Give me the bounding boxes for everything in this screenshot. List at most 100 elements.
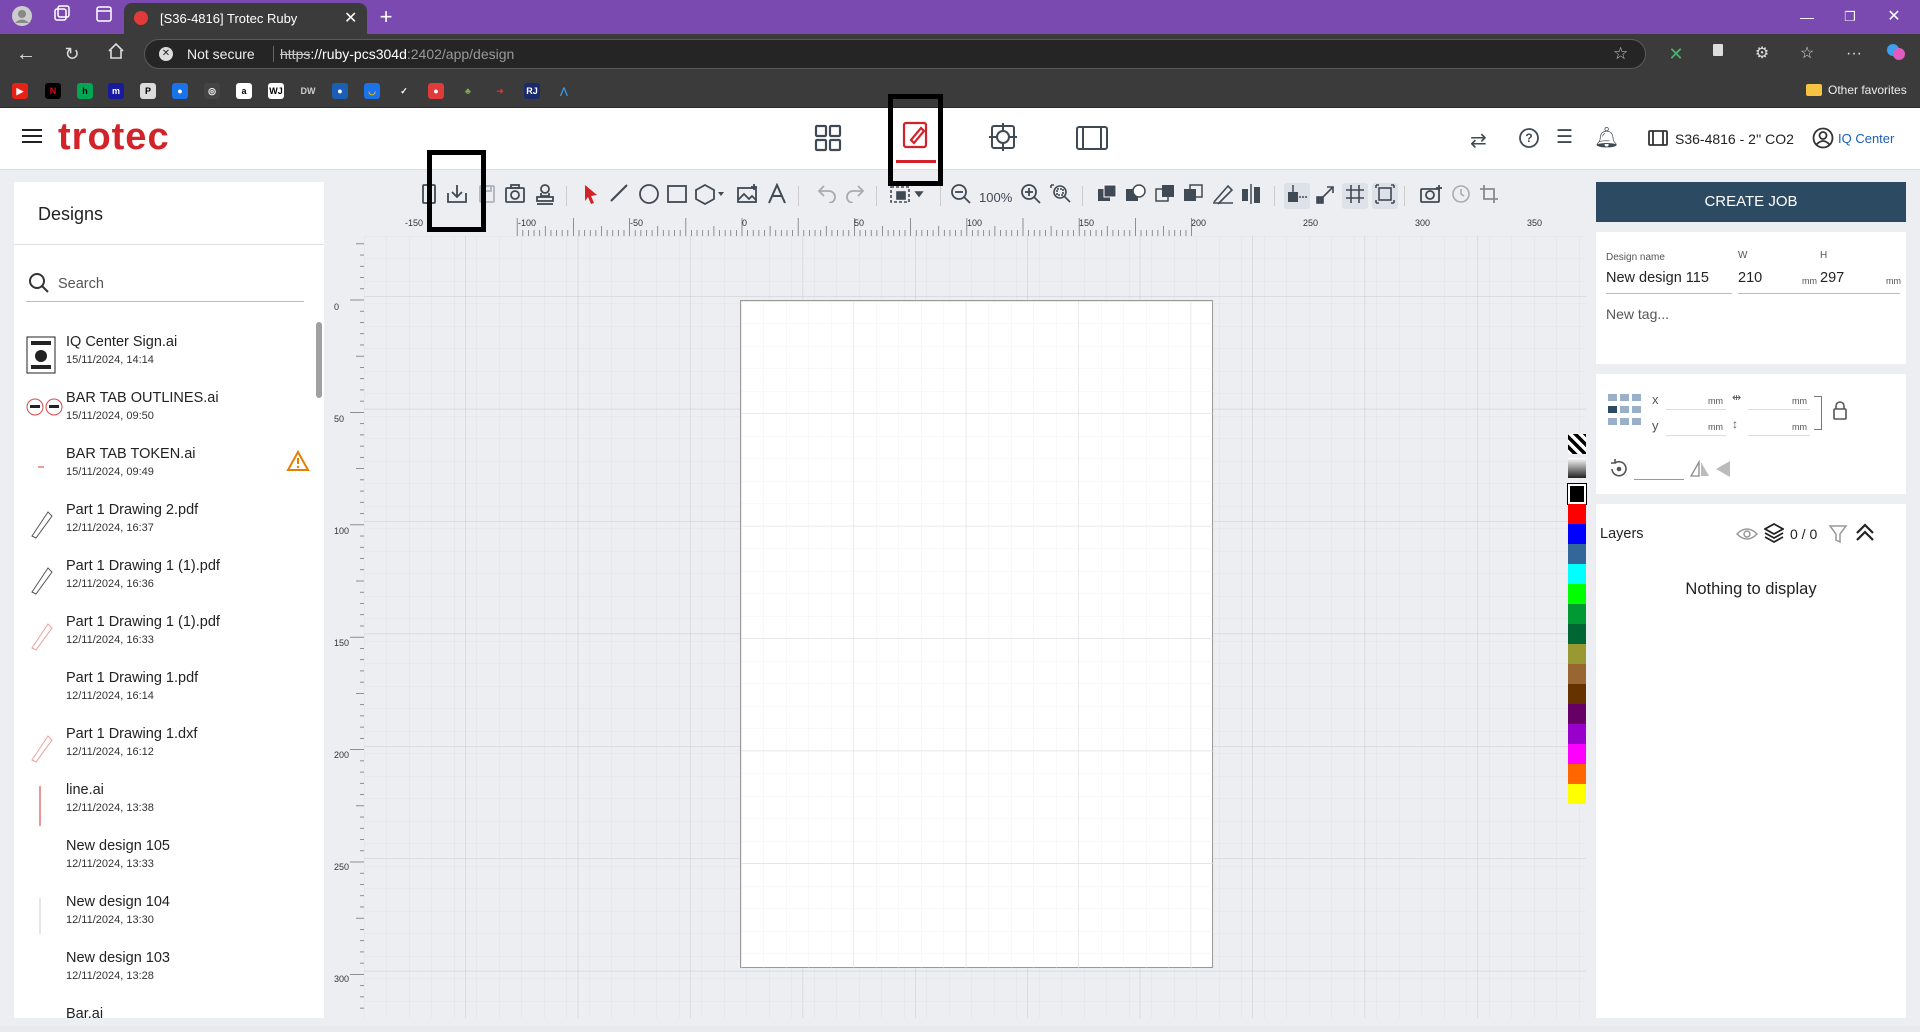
rotation-field[interactable]	[1634, 462, 1684, 480]
color-swatch[interactable]	[1568, 624, 1586, 644]
sync-icon[interactable]: ⇄	[1470, 128, 1487, 153]
combine-intersect-icon[interactable]	[1152, 183, 1178, 209]
extension-icon[interactable]: ✕	[1664, 42, 1688, 66]
bookmark-youtube-icon[interactable]: ▶	[12, 83, 28, 99]
security-label[interactable]: Not secure	[187, 40, 255, 68]
warning-icon[interactable]	[286, 449, 310, 477]
vectorize-icon[interactable]	[1210, 183, 1236, 209]
create-job-button[interactable]: CREATE JOB	[1596, 182, 1906, 222]
color-swatch[interactable]	[1568, 784, 1586, 804]
design-item[interactable]: Part 1 Drawing 2.pdf 12/11/2024, 16:37	[14, 502, 324, 558]
dashboard-nav-icon[interactable]	[814, 124, 842, 157]
collapse-up-icon[interactable]	[1854, 522, 1876, 547]
restore-window-icon[interactable]: ❐	[1838, 5, 1862, 29]
home-icon[interactable]	[104, 42, 128, 66]
minimize-window-icon[interactable]: —	[1795, 5, 1819, 29]
search-field[interactable]: Search	[26, 270, 304, 302]
camera-capture-icon[interactable]	[502, 183, 528, 209]
bookmark-wsj-icon[interactable]: WJ	[268, 83, 284, 99]
design-item[interactable]: Bar.ai	[14, 1006, 324, 1018]
height-field[interactable]: 297 mm	[1820, 266, 1901, 294]
snap-to-object-icon[interactable]	[1284, 183, 1310, 209]
bookmark-m-icon[interactable]: m	[108, 83, 124, 99]
polygon-tool-icon[interactable]	[694, 183, 728, 209]
design-item[interactable]: BAR TAB OUTLINES.ai 15/11/2024, 09:50	[14, 390, 324, 446]
filter-icon[interactable]	[1828, 524, 1848, 549]
design-item[interactable]: Part 1 Drawing 1 (1).pdf 12/11/2024, 16:…	[14, 558, 324, 614]
color-swatch[interactable]	[1567, 483, 1587, 505]
material-nav-icon[interactable]	[1075, 124, 1109, 157]
search-input[interactable]: Search	[58, 276, 104, 292]
lock-aspect-icon[interactable]	[1832, 400, 1848, 425]
undo-icon[interactable]	[814, 183, 840, 209]
design-item[interactable]: IQ Center Sign.ai 15/11/2024, 14:14	[14, 334, 324, 390]
hamburger-menu-icon[interactable]	[22, 128, 42, 144]
help-icon[interactable]: ?	[1518, 127, 1540, 154]
color-swatch[interactable]	[1568, 684, 1586, 704]
zoom-fit-icon[interactable]	[1048, 183, 1074, 209]
bookmark-dw-icon[interactable]: DW	[300, 83, 316, 99]
vertical-tabs-icon[interactable]	[92, 5, 116, 29]
circle-tool-icon[interactable]	[636, 183, 662, 209]
color-swatch[interactable]	[1568, 764, 1586, 784]
favorites-icon[interactable]: ☆	[1795, 42, 1819, 66]
color-swatch[interactable]	[1568, 664, 1586, 684]
bookmark-netflix-icon[interactable]: N	[45, 83, 61, 99]
design-canvas[interactable]	[364, 236, 1586, 1018]
bookmark-cloud-icon[interactable]: ●	[172, 83, 188, 99]
crop-icon[interactable]	[1476, 183, 1502, 209]
position-nav-icon[interactable]	[988, 122, 1018, 157]
design-item[interactable]: Part 1 Drawing 1.pdf 12/11/2024, 16:14	[14, 670, 324, 726]
more-menu-icon[interactable]: ···	[1842, 42, 1866, 66]
account-label[interactable]: IQ Center	[1838, 131, 1894, 146]
combine-union-icon[interactable]	[1094, 183, 1120, 209]
color-swatch[interactable]	[1568, 458, 1586, 478]
width-field[interactable]: 210 mm	[1738, 266, 1820, 294]
profile-avatar-icon[interactable]	[10, 5, 34, 29]
size-height-field[interactable]: mm	[1748, 418, 1810, 436]
copilot-icon[interactable]	[1884, 42, 1908, 66]
rotate-icon[interactable]	[1608, 458, 1630, 485]
color-swatch[interactable]	[1568, 544, 1586, 564]
design-name-field[interactable]: New design 115	[1606, 266, 1732, 294]
y-field[interactable]: mm	[1666, 418, 1726, 436]
machine-icon[interactable]	[1648, 130, 1668, 151]
redo-icon[interactable]	[842, 183, 868, 209]
close-window-icon[interactable]: ✕	[1882, 5, 1906, 29]
image-tool-icon[interactable]	[734, 183, 760, 209]
color-swatch[interactable]	[1568, 724, 1586, 744]
arrange-dropdown-icon[interactable]	[888, 183, 928, 209]
color-swatch[interactable]	[1568, 584, 1586, 604]
url-bar[interactable]: ✕ Not secure https://ruby-pcs304d:2402/a…	[144, 39, 1646, 69]
zoom-level[interactable]: 100%	[979, 190, 1012, 205]
extensions-puzzle-icon[interactable]: ⚙	[1750, 42, 1774, 66]
reference-point-icon[interactable]	[1608, 394, 1642, 433]
bookmark-pokeball-icon[interactable]: ●	[428, 83, 444, 99]
line-tool-icon[interactable]	[606, 183, 632, 209]
reading-mode-icon[interactable]	[1706, 42, 1730, 66]
combine-exclude-icon[interactable]	[1180, 183, 1206, 209]
favorite-star-icon[interactable]: ☆	[1613, 40, 1628, 68]
machine-label[interactable]: S36-4816 - 2'' CO2	[1675, 131, 1794, 147]
close-tab-icon[interactable]: ✕	[344, 8, 357, 28]
flip-horizontal-icon[interactable]	[1689, 459, 1710, 483]
text-tool-icon[interactable]	[764, 182, 790, 209]
select-pointer-icon[interactable]	[578, 183, 604, 209]
bookmark-amazon-icon[interactable]: a	[236, 83, 252, 99]
tag-input[interactable]: New tag...	[1606, 306, 1669, 322]
design-item[interactable]: line.ai 12/11/2024, 13:38	[14, 782, 324, 838]
bookmark-h-icon[interactable]: h	[77, 83, 93, 99]
color-swatch[interactable]	[1568, 644, 1586, 664]
stamp-icon[interactable]	[532, 183, 558, 209]
job-list-icon[interactable]: ☰	[1556, 126, 1573, 149]
design-sheet[interactable]	[740, 300, 1214, 969]
bookmark-globe-icon[interactable]: ◎	[204, 83, 220, 99]
other-favorites-link[interactable]: Other favorites	[1828, 83, 1907, 97]
zoom-out-icon[interactable]	[948, 183, 974, 209]
color-swatch[interactable]	[1568, 704, 1586, 724]
notifications-bell-icon[interactable]: 🔔︎	[1594, 125, 1619, 150]
color-swatch[interactable]	[1568, 434, 1586, 454]
snap-center-icon[interactable]	[1372, 183, 1398, 209]
visibility-eye-icon[interactable]	[1735, 526, 1759, 547]
design-item[interactable]: New design 103 12/11/2024, 13:28	[14, 950, 324, 1006]
